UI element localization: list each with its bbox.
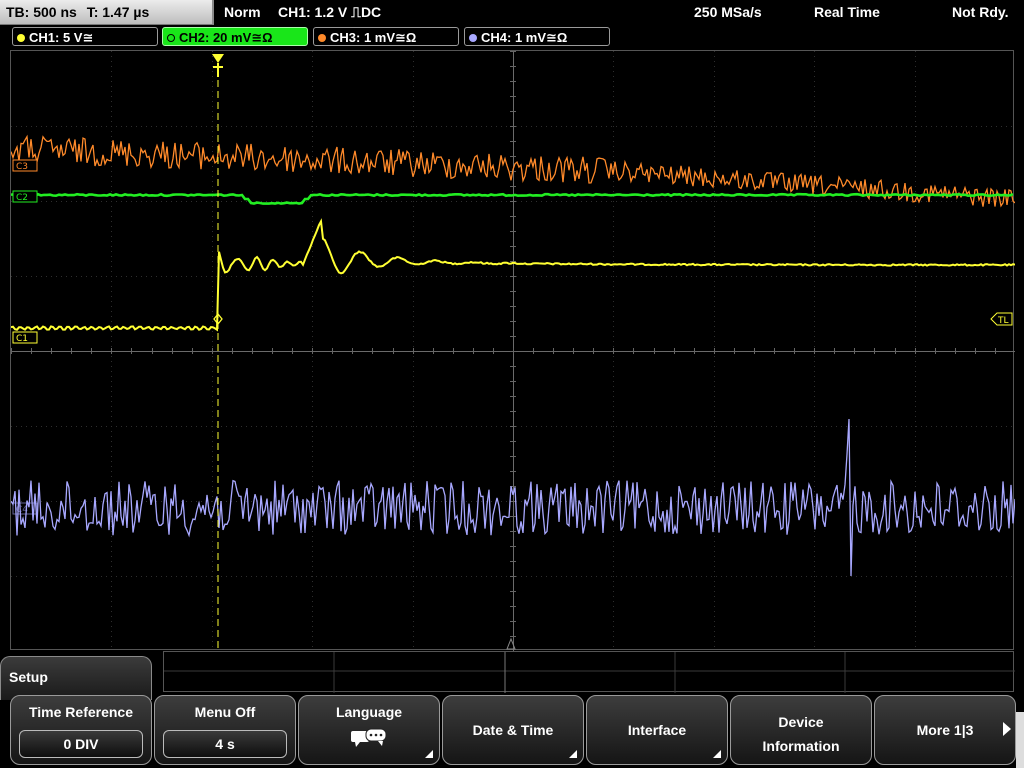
waveform-display[interactable]: C3 C2 C1 C4 TL [10,50,1015,651]
softkey-label: Date & Time [472,722,554,738]
acquisition-status: Norm CH1: 1.2 V ⎍DC 250 MSa/s Real Time … [216,0,1024,24]
channel-dot-icon [469,34,477,42]
time-reference-softkey[interactable]: Time Reference 0 DIV [10,695,152,765]
interface-softkey[interactable]: Interface [586,695,728,765]
channel-tab-ch1[interactable]: CH1: 5 V≅ [12,27,158,46]
channel-dot-icon [318,34,326,42]
language-softkey[interactable]: Language [298,695,440,765]
softkey-label: Interface [627,722,687,738]
channel-label: CH1: 5 V≅ [29,30,94,45]
channel-tab-ch2[interactable]: CH2: 20 mV≅Ω [162,27,308,46]
channel-dot-icon [17,34,25,42]
softkey-label-line2: Information [762,738,840,754]
device-information-softkey[interactable]: Device Information [730,695,872,765]
zoom-overview-strip [163,651,1015,693]
channel-dot-icon [167,34,175,42]
submenu-indicator-icon [713,750,721,758]
trigger-position-icon[interactable] [212,54,224,77]
channel-label: CH2: 20 mV≅Ω [179,30,273,45]
timebase-box[interactable]: TB: 500 ns T: 1.47 µs [0,0,214,25]
trigger-setting[interactable]: CH1: 1.2 V ⎍DC [278,0,381,24]
menu-off-softkey[interactable]: Menu Off 4 s [154,695,296,765]
acquisition-mode: Real Time [814,4,880,20]
ch2-offset-marker[interactable]: C2 [12,190,38,203]
softkey-label: Time Reference [28,704,133,720]
channel-tab-ch3[interactable]: CH3: 1 mV≅Ω [313,27,459,46]
menu-title-tab: Setup [0,656,152,700]
next-page-arrow-icon [1003,722,1011,736]
trigger-level-label: TL [997,316,1009,326]
channel-label: CH3: 1 mV≅Ω [330,30,417,45]
softkey-label: Language [335,704,403,720]
softkey-label: Device Information [731,710,871,758]
panel-edge [1016,712,1024,768]
ch4-marker-label: C4 [16,505,28,515]
submenu-indicator-icon [569,750,577,758]
channel-tab-ch4[interactable]: CH4: 1 mV≅Ω [464,27,610,46]
status-bar: TB: 500 ns T: 1.47 µs Norm CH1: 1.2 V ⎍D… [0,0,1024,26]
trigger-time-value: T: 1.47 µs [86,4,150,20]
ch3-offset-marker[interactable]: C3 [12,159,38,172]
menu-off-value[interactable]: 4 s [163,730,287,758]
acquisition-state: Not Rdy. [952,4,1009,20]
sample-rate: 250 MSa/s [694,4,762,20]
time-reference-value[interactable]: 0 DIV [19,730,143,758]
softkey-label-line1: Device [778,714,824,730]
softkey-label: More 1|3 [916,722,974,738]
submenu-indicator-icon [425,750,433,758]
ch3-marker-label: C3 [16,162,28,172]
trigger-mode[interactable]: Norm [224,0,261,24]
ch2-marker-label: C2 [16,193,28,203]
timebase-value: TB: 500 ns [6,4,77,20]
graticule [11,51,1015,651]
trigger-level-marker[interactable]: TL [990,312,1013,326]
speech-bubbles-icon [351,728,387,747]
ch1-offset-marker[interactable]: C1 [12,331,38,344]
ch1-marker-label: C1 [16,334,28,344]
more-softkey[interactable]: More 1|3 [874,695,1016,765]
channel-label: CH4: 1 mV≅Ω [481,30,568,45]
overview-graticule [164,652,1015,693]
waveform-ch2 [11,192,1014,205]
softkey-label: Menu Off [194,704,256,720]
date-time-softkey[interactable]: Date & Time [442,695,584,765]
menu-title: Setup [9,669,48,685]
waveform-canvas: C3 C2 C1 C4 TL [11,51,1015,651]
